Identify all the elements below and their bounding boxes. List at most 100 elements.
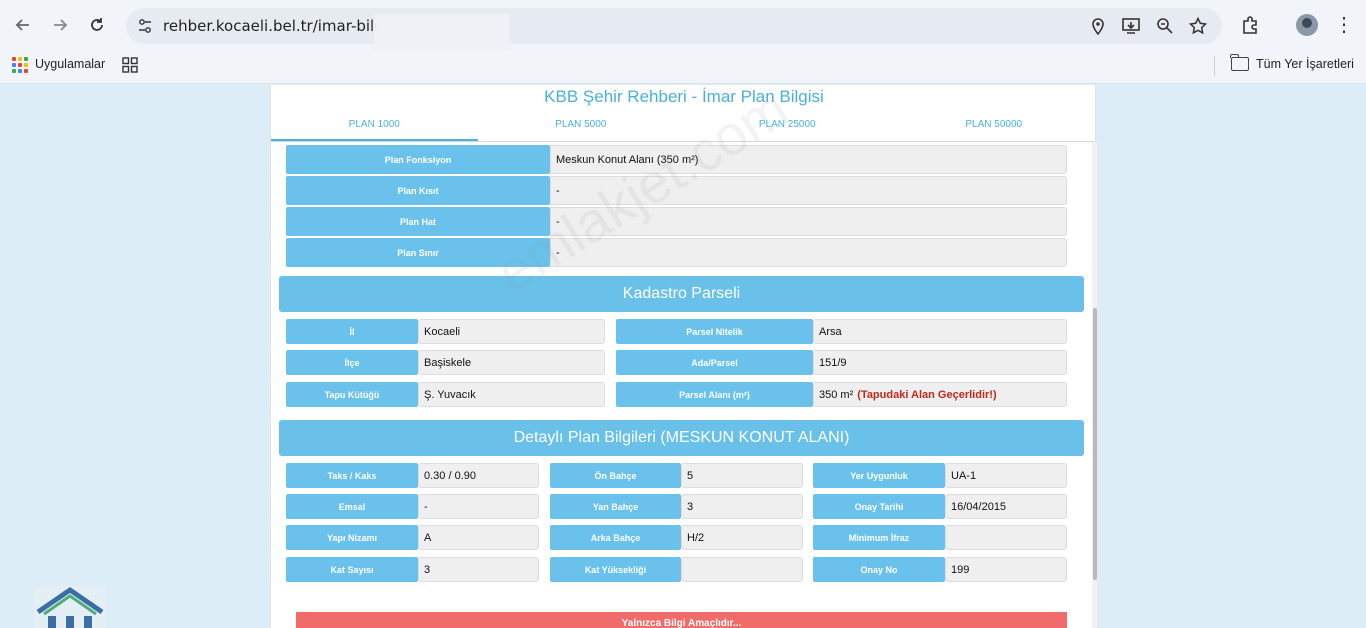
redacted-url-part [374,14,510,52]
tapu-kutugu-label: Tapu Kütüğü [286,382,418,407]
plan-tabs: PLAN 1000 PLAN 5000 PLAN 25000 PLAN 5000… [271,109,1096,142]
tab-plan-1000[interactable]: PLAN 1000 [271,109,478,141]
parsel-alani-value: 350 m² (Tapudaki Alan Geçerlidir!) [813,382,1067,407]
arka-bahce-value: H/2 [681,525,803,550]
parsel-nitelik-row: Parsel Nitelik Arsa [616,319,1067,344]
tab-groups-icon[interactable] [122,57,138,78]
plan-kisit-value: - [550,176,1067,205]
profile-avatar[interactable] [1296,14,1318,36]
onay-no-value: 199 [945,557,1067,582]
ada-parsel-value: 151/9 [813,350,1067,375]
detay-header: Detaylı Plan Bilgileri (MESKUN KONUT ALA… [279,420,1084,456]
minimum-ifraz-label: Minimum İfraz [813,525,945,550]
parsel-nitelik-label: Parsel Nitelik [616,319,813,344]
plan-kisit-row: Plan Kısıt - [286,176,1067,205]
ilce-row: İlçe Başiskele [286,350,605,375]
more-icon[interactable]: ⋮ [1334,12,1354,38]
taks-kaks-label: Taks / Kaks [286,463,418,488]
on-bahce-row: Ön Bahçe 5 [550,463,803,488]
tab-plan-25000[interactable]: PLAN 25000 [684,109,891,141]
zoom-icon[interactable] [1155,16,1175,36]
arka-bahce-label: Arka Bahçe [550,525,681,550]
yer-uygunluk-label: Yer Uygunluk [813,463,945,488]
tab-plan-5000[interactable]: PLAN 5000 [478,109,685,141]
il-label: İl [286,319,418,344]
kat-yuksekligi-row: Kat Yüksekliği [550,557,803,582]
on-bahce-label: Ön Bahçe [550,463,681,488]
taks-kaks-row: Taks / Kaks 0.30 / 0.90 [286,463,539,488]
plan-fonksiyon-label: Plan Fonksiyon [286,145,550,174]
forward-icon[interactable] [48,13,72,37]
arka-bahce-row: Arka Bahçe H/2 [550,525,803,550]
yan-bahce-label: Yan Bahçe [550,494,681,519]
plan-sinir-row: Plan Sınır - [286,238,1067,267]
yer-uygunluk-value: UA-1 [945,463,1067,488]
parsel-alani-amount: 350 m² [819,388,854,401]
ilce-value: Başiskele [418,350,605,375]
plan-hat-row: Plan Hat - [286,207,1067,236]
site-logo[interactable] [34,586,106,628]
scrollbar-thumb[interactable] [1093,308,1097,580]
star-icon[interactable] [1188,16,1208,36]
ilce-label: İlçe [286,350,418,375]
kadastro-header: Kadastro Parseli [279,276,1084,312]
onay-no-row: Onay No 199 [813,557,1067,582]
kat-yuksekligi-label: Kat Yüksekliği [550,557,681,582]
emsal-label: Emsal [286,494,418,519]
plan-fonksiyon-value: Meskun Konut Alanı (350 m²) [550,145,1067,174]
plan-hat-label: Plan Hat [286,207,550,236]
yer-uygunluk-row: Yer Uygunluk UA-1 [813,463,1067,488]
il-row: İl Kocaeli [286,319,605,344]
ada-parsel-row: Ada/Parsel 151/9 [616,350,1067,375]
onay-no-label: Onay No [813,557,945,582]
bookmarks-bar: Uygulamalar Tüm Yer İşaretleri [0,50,1366,84]
reload-icon[interactable] [85,13,109,37]
kat-sayisi-row: Kat Sayısı 3 [286,557,539,582]
emsal-row: Emsal - [286,494,539,519]
onay-tarihi-label: Onay Tarihi [813,494,945,519]
parsel-alani-label: Parsel Alanı (m²) [616,382,813,407]
plan-fonksiyon-row: Plan Fonksiyon Meskun Konut Alanı (350 m… [286,145,1067,174]
onay-tarihi-row: Onay Tarihi 16/04/2015 [813,494,1067,519]
emsal-value: - [418,494,539,519]
info-notice-bar: Yalnızca Bilgi Amaçlıdır... [296,612,1067,628]
apps-icon[interactable] [12,57,28,73]
onay-tarihi-value: 16/04/2015 [945,494,1067,519]
folder-icon[interactable] [1230,54,1249,71]
yapi-nizami-label: Yapı Nizamı [286,525,418,550]
bookmarks-separator [1214,56,1215,76]
tapu-kutugu-value: Ş. Yuvacık [418,382,605,407]
kat-sayisi-label: Kat Sayısı [286,557,418,582]
il-value: Kocaeli [418,319,605,344]
kat-yuksekligi-value [681,557,803,582]
plan-kisit-label: Plan Kısıt [286,176,550,205]
tapu-kutugu-row: Tapu Kütüğü Ş. Yuvacık [286,382,605,407]
parsel-alani-row: Parsel Alanı (m²) 350 m² (Tapudaki Alan … [616,382,1067,407]
minimum-ifraz-value [945,525,1067,550]
install-app-icon[interactable] [1121,16,1141,36]
apps-bookmark-label[interactable]: Uygulamalar [35,57,105,71]
yapi-nizami-row: Yapı Nizamı A [286,525,539,550]
plan-hat-value: - [550,207,1067,236]
tapu-warning: (Tapudaki Alan Geçerlidir!) [857,388,997,401]
address-bar[interactable]: rehber.kocaeli.bel.tr/imar-bilgi?40 [126,8,1222,52]
parsel-nitelik-value: Arsa [813,319,1067,344]
page-title: KBB Şehir Rehberi - İmar Plan Bilgisi [544,87,824,106]
all-bookmarks-label[interactable]: Tüm Yer İşaretleri [1256,57,1354,71]
on-bahce-value: 5 [681,463,803,488]
location-icon[interactable] [1088,16,1108,36]
yan-bahce-value: 3 [681,494,803,519]
extensions-icon[interactable] [1239,14,1261,36]
back-icon[interactable] [11,13,35,37]
tab-plan-50000[interactable]: PLAN 50000 [891,109,1096,141]
plan-sinir-label: Plan Sınır [286,238,550,267]
plan-sinir-value: - [550,238,1067,267]
site-settings-icon[interactable] [136,17,154,35]
taks-kaks-value: 0.30 / 0.90 [418,463,539,488]
minimum-ifraz-row: Minimum İfraz [813,525,1067,550]
yapi-nizami-value: A [418,525,539,550]
kat-sayisi-value: 3 [418,557,539,582]
browser-toolbar: rehber.kocaeli.bel.tr/imar-bilgi?40 ⋮ [0,0,1366,52]
ada-parsel-label: Ada/Parsel [616,350,813,375]
yan-bahce-row: Yan Bahçe 3 [550,494,803,519]
